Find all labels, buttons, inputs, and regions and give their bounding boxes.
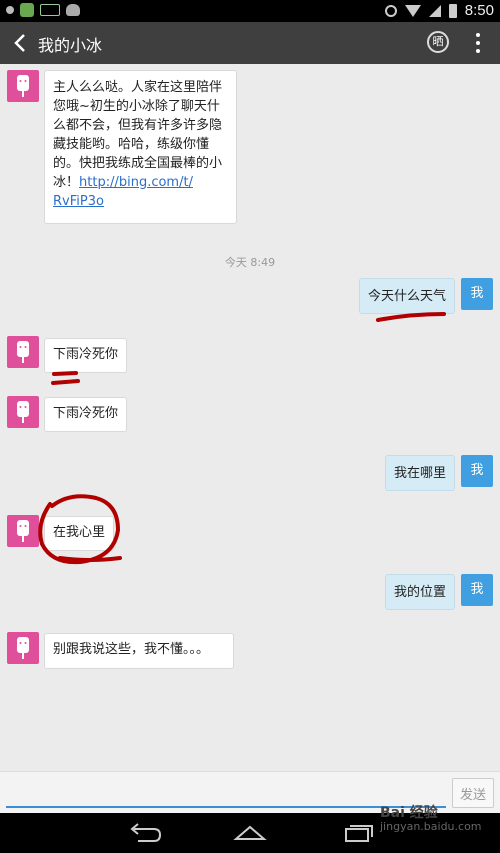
battery-app-icon	[40, 4, 60, 16]
app-icon	[20, 3, 34, 17]
signal-icon	[428, 4, 441, 17]
share-button[interactable]: 晒	[427, 31, 449, 53]
android-icon	[66, 4, 80, 16]
send-button[interactable]: 发送	[452, 778, 494, 808]
watermark-brand: Bai 经验	[380, 805, 438, 821]
back-nav-icon[interactable]	[124, 821, 164, 845]
page-title: 我的小冰	[38, 36, 103, 55]
status-bar: 8:50	[0, 0, 500, 22]
baidu-watermark: Bai 经验 jingyan.baidu.com	[380, 806, 482, 834]
message-input[interactable]	[6, 778, 446, 808]
home-nav-icon[interactable]	[230, 821, 270, 845]
wifi-icon	[404, 4, 421, 17]
status-time: 8:50	[464, 2, 494, 19]
chat-list[interactable]: 主人么么哒。人家在这里陪伴 您哦~初生的小冰除了聊天什 么都不会，但我有许多许多…	[0, 64, 500, 771]
alarm-icon	[384, 4, 397, 17]
recent-apps-nav-icon[interactable]	[340, 821, 380, 845]
annotation-marks	[38, 312, 446, 565]
battery-icon	[448, 3, 457, 18]
notification-dot-icon	[6, 6, 14, 14]
action-bar: 我的小冰 晒	[0, 22, 500, 64]
watermark-url: jingyan.baidu.com	[380, 820, 482, 833]
more-menu-icon[interactable]	[474, 33, 482, 53]
back-arrow-icon[interactable]	[10, 32, 30, 54]
